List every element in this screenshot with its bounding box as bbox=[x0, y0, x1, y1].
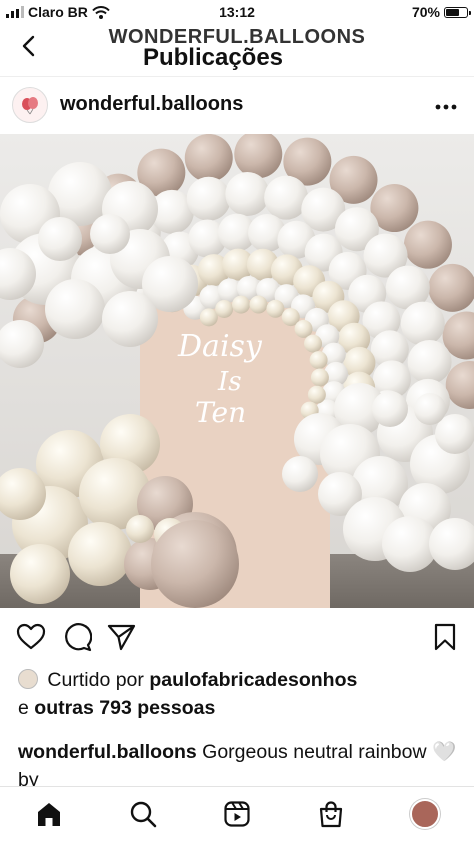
status-bar: Claro BR 13:12 70% bbox=[0, 0, 474, 24]
balloon bbox=[126, 515, 154, 543]
post-username[interactable]: wonderful.balloons bbox=[60, 93, 243, 116]
balloon-logo-icon bbox=[22, 97, 38, 115]
balloon bbox=[68, 522, 132, 586]
post-caption: wonderful.balloons Gorgeous neutral rain… bbox=[18, 738, 468, 788]
tab-search[interactable] bbox=[128, 799, 158, 829]
page-title: Publicações bbox=[142, 44, 284, 71]
balloon bbox=[266, 299, 285, 318]
balloon bbox=[310, 368, 329, 387]
balloon bbox=[225, 172, 270, 217]
likes-others-link[interactable]: outras 793 pessoas bbox=[34, 697, 215, 719]
battery-percent: 70% bbox=[411, 4, 440, 20]
post-avatar[interactable] bbox=[12, 87, 48, 123]
balloon bbox=[400, 301, 445, 346]
balloon bbox=[38, 217, 82, 261]
heart-icon bbox=[16, 623, 46, 650]
send-icon bbox=[107, 624, 136, 651]
battery-icon bbox=[444, 6, 471, 18]
nav-header: WONDERFUL.BALLOONS Publicações bbox=[0, 24, 474, 74]
bookmark-icon bbox=[434, 623, 456, 651]
balloon bbox=[151, 520, 239, 608]
save-button[interactable] bbox=[430, 622, 460, 652]
more-options-button[interactable] bbox=[432, 95, 460, 119]
tab-shop[interactable] bbox=[316, 799, 346, 829]
balloon bbox=[10, 544, 70, 604]
liker-avatar[interactable] bbox=[18, 669, 38, 689]
post-image[interactable]: Daisy Is Ten bbox=[0, 134, 474, 608]
post-header: wonderful.balloons bbox=[0, 76, 474, 135]
battery-fill bbox=[446, 8, 460, 16]
status-time: 13:12 bbox=[219, 4, 255, 20]
search-icon bbox=[130, 801, 157, 828]
likes-summary: Curtido por paulofabricadesonhos e outra… bbox=[18, 666, 468, 722]
tab-home[interactable] bbox=[34, 799, 64, 829]
balloon bbox=[403, 220, 452, 269]
shopping-bag-icon bbox=[319, 801, 343, 828]
sign-text-is: Is bbox=[217, 367, 242, 397]
like-button[interactable] bbox=[16, 622, 46, 652]
action-bar bbox=[0, 608, 474, 666]
more-horizontal-icon bbox=[435, 104, 457, 110]
balloon bbox=[282, 456, 318, 492]
likes-prefix: Curtido por bbox=[47, 669, 144, 691]
reels-icon bbox=[224, 801, 250, 827]
tab-profile[interactable] bbox=[410, 799, 440, 829]
balloon bbox=[184, 134, 233, 182]
balloon bbox=[414, 393, 446, 425]
status-right: 70% bbox=[411, 4, 471, 20]
balloon bbox=[307, 385, 326, 404]
balloon bbox=[309, 351, 328, 370]
sign-text-ten: Ten bbox=[195, 396, 246, 429]
home-icon bbox=[38, 803, 60, 826]
balloon bbox=[215, 299, 234, 318]
balloon bbox=[199, 308, 218, 327]
profile-avatar-icon bbox=[410, 799, 440, 829]
liked-by-user[interactable]: paulofabricadesonhos bbox=[149, 669, 357, 691]
comment-button[interactable] bbox=[62, 622, 93, 652]
balloon bbox=[102, 291, 158, 347]
balloon bbox=[372, 391, 408, 427]
balloon bbox=[45, 279, 105, 339]
balloon bbox=[232, 295, 251, 314]
bottom-tab-bar bbox=[0, 786, 474, 843]
balloon bbox=[249, 295, 268, 314]
balloon bbox=[304, 334, 323, 353]
tab-reels[interactable] bbox=[222, 799, 252, 829]
balloon bbox=[186, 176, 231, 221]
sign-text-daisy: Daisy bbox=[177, 329, 263, 364]
balloon-arch-photo: Daisy Is Ten bbox=[0, 134, 474, 608]
comment-icon bbox=[65, 623, 93, 652]
caption-username[interactable]: wonderful.balloons bbox=[18, 741, 197, 763]
balloon bbox=[407, 339, 452, 384]
balloon bbox=[90, 214, 130, 254]
share-button[interactable] bbox=[106, 622, 136, 652]
likes-joiner: e bbox=[18, 697, 29, 719]
